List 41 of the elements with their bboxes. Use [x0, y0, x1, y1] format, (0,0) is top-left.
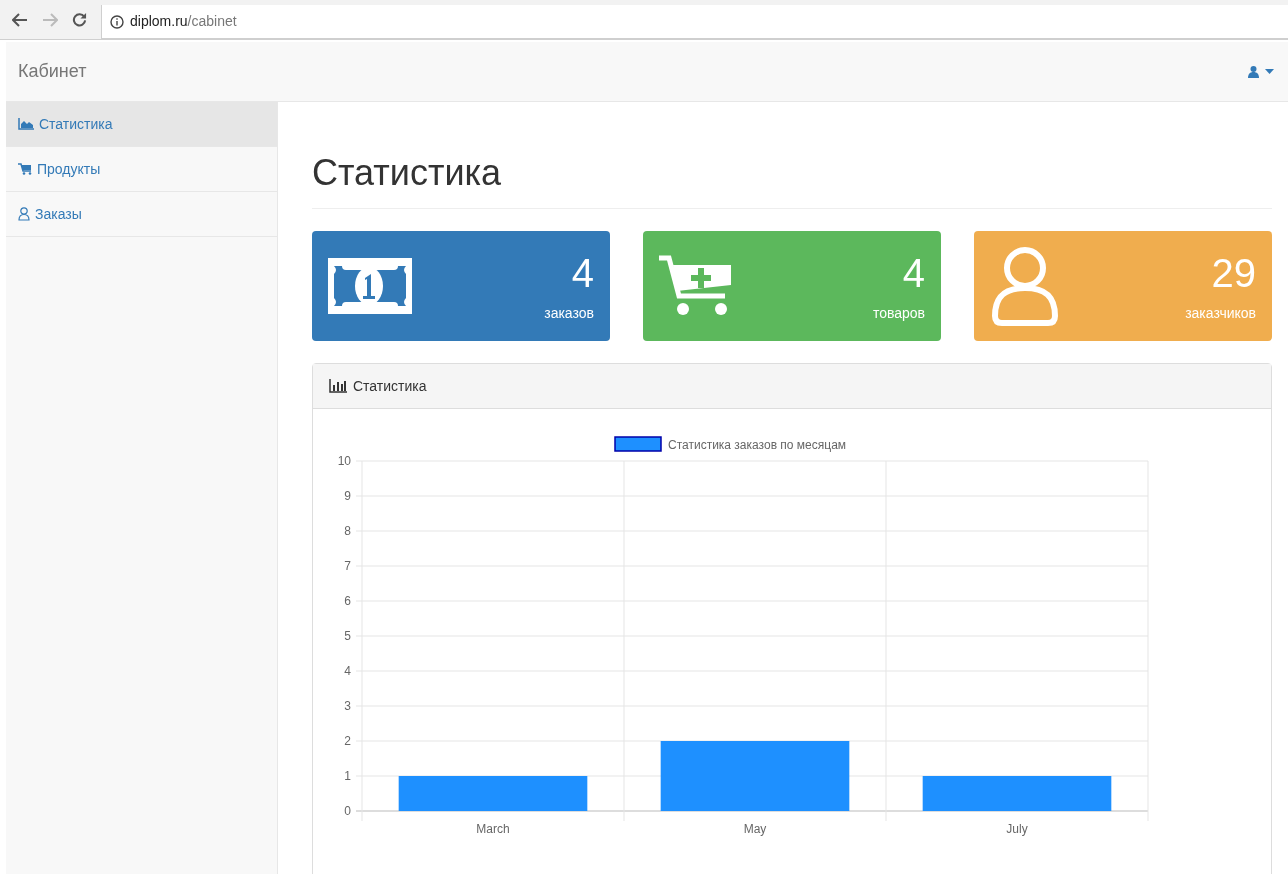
stat-label: заказов	[544, 303, 594, 323]
axis-tick-label: 10	[337, 454, 351, 468]
axis-tick-label: 4	[344, 664, 351, 678]
legend-label: Статистика заказов по месяцам	[668, 438, 847, 452]
brand-title[interactable]: Кабинет	[18, 58, 87, 85]
stat-label: товаров	[872, 303, 925, 323]
axis-tick-label: 5	[344, 629, 351, 643]
panel-title: Статистика	[353, 376, 427, 396]
user-outline-icon	[990, 246, 1060, 326]
axis-tick-label: 6	[344, 594, 351, 608]
stat-label: заказчиков	[1185, 303, 1256, 323]
axis-tick-label: March	[476, 822, 510, 836]
axis-tick-label: 0	[344, 804, 351, 818]
user-outline-icon	[18, 207, 30, 221]
axis-tick-label: July	[1006, 822, 1028, 836]
axis-tick-label: 2	[344, 734, 351, 748]
area-chart-icon	[18, 118, 34, 130]
bar-chart-icon	[329, 379, 347, 393]
cart-icon	[18, 163, 32, 175]
stat-value: 4	[571, 249, 594, 297]
user-menu-button[interactable]	[1248, 65, 1276, 78]
axis-tick-label: 3	[344, 699, 351, 713]
info-icon	[110, 14, 124, 29]
address-bar[interactable]: diplom.ru/cabinet	[101, 5, 1288, 39]
back-icon[interactable]	[12, 12, 28, 27]
axis-tick-label: 1	[344, 769, 351, 783]
banknote-icon	[328, 258, 412, 314]
stat-value: 29	[1211, 249, 1256, 297]
cart-plus-icon	[659, 255, 733, 317]
sidebar-item[interactable]: Статистика	[6, 102, 277, 147]
caret-icon	[1265, 69, 1274, 74]
legend-swatch	[614, 436, 662, 452]
axis-tick-label: 9	[344, 489, 351, 503]
axis-tick-label: May	[743, 822, 767, 836]
page-title: Статистика	[312, 151, 503, 195]
axis-tick-label: 8	[344, 524, 351, 538]
axis-tick-label: 7	[344, 559, 351, 573]
stat-value: 4	[902, 249, 925, 297]
user-icon	[1248, 65, 1259, 78]
reload-icon[interactable]	[72, 12, 87, 27]
url-text: diplom.ru/cabinet	[130, 12, 237, 31]
